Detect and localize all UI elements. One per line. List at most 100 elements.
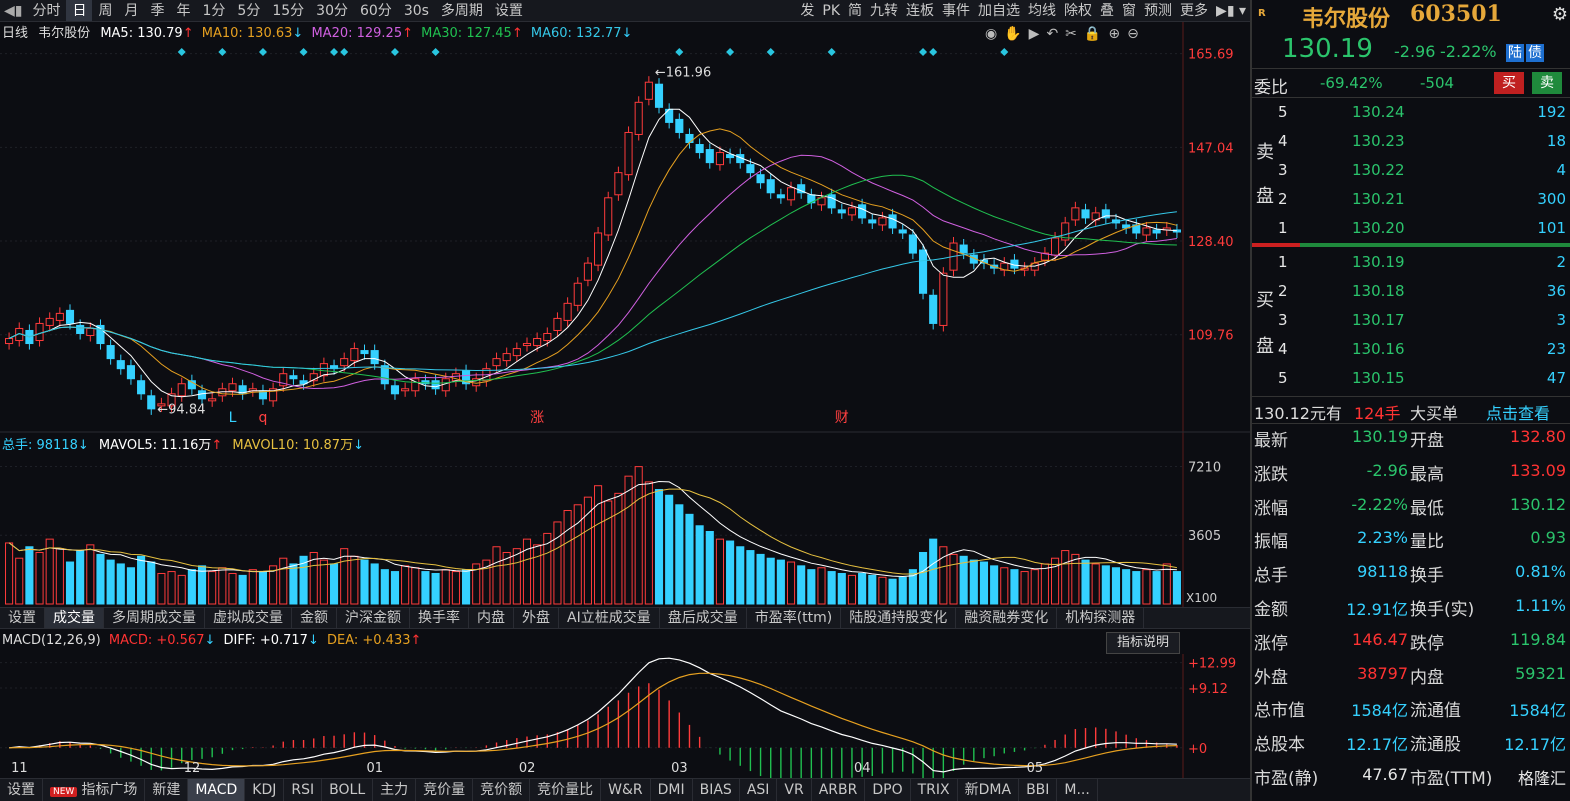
indicator-tab-3[interactable]: MACD — [188, 779, 246, 801]
bid-volume[interactable]: 23 — [1547, 340, 1566, 358]
tool-button-5[interactable]: 事件 — [938, 0, 974, 21]
ask-price[interactable]: 130.21 — [1352, 190, 1405, 208]
volume-tab-12[interactable]: 陆股通持股变化 — [841, 608, 957, 628]
volume-tab-3[interactable]: 虚拟成交量 — [205, 608, 292, 628]
indicator-help-button[interactable]: 指标说明 — [1106, 632, 1180, 654]
period-tab-6[interactable]: 1分 — [196, 0, 231, 21]
bid-price[interactable]: 130.16 — [1352, 340, 1405, 358]
volume-tab-1[interactable]: 成交量 — [45, 608, 104, 628]
indicator-tab-12[interactable]: DMI — [651, 779, 693, 801]
tool-button-9[interactable]: 叠 — [1096, 0, 1118, 21]
tool-button-12[interactable]: 更多 — [1176, 0, 1212, 21]
indicator-tab-7[interactable]: 主力 — [373, 779, 417, 801]
period-tab-10[interactable]: 60分 — [354, 0, 398, 21]
volume-tab-10[interactable]: 盘后成交量 — [660, 608, 747, 628]
tool-button-6[interactable]: 加自选 — [974, 0, 1024, 21]
ask-volume[interactable]: 192 — [1537, 103, 1566, 121]
tool-button-2[interactable]: 简 — [844, 0, 866, 21]
ask-volume[interactable]: 101 — [1537, 219, 1566, 237]
indicator-tab-17[interactable]: DPO — [865, 779, 911, 801]
indicator-tab-8[interactable]: 竞价量 — [416, 779, 474, 801]
period-tab-9[interactable]: 30分 — [310, 0, 354, 21]
hand-icon[interactable]: ✋ — [1004, 26, 1021, 42]
indicator-tab-15[interactable]: VR — [777, 779, 812, 801]
click-view-link[interactable]: 点击查看 — [1486, 400, 1550, 424]
indicator-tab-10[interactable]: 竞价量比 — [530, 779, 602, 801]
volume-tab-5[interactable]: 沪深金额 — [337, 608, 410, 628]
volume-tab-4[interactable]: 金额 — [292, 608, 337, 628]
period-tab-3[interactable]: 月 — [118, 0, 144, 21]
ask-volume[interactable]: 18 — [1547, 132, 1566, 150]
bid-price[interactable]: 130.18 — [1352, 282, 1405, 300]
sell-button[interactable]: 卖 — [1532, 72, 1562, 94]
bid-price[interactable]: 130.15 — [1352, 369, 1405, 387]
period-tab-7[interactable]: 5分 — [231, 0, 266, 21]
volume-tab-14[interactable]: 机构探测器 — [1057, 608, 1145, 628]
indicator-tab-0[interactable]: 设置 — [0, 779, 43, 801]
tool-button-3[interactable]: 九转 — [866, 0, 902, 21]
play-icon[interactable]: ▶ — [1029, 26, 1040, 42]
bid-price[interactable]: 130.17 — [1352, 311, 1405, 329]
ask-price[interactable]: 130.24 — [1352, 103, 1405, 121]
undo-icon[interactable]: ↶ — [1046, 26, 1058, 42]
ask-volume[interactable]: 300 — [1537, 190, 1566, 208]
indicator-tab-18[interactable]: TRIX — [911, 779, 958, 801]
gear-icon[interactable]: ⚙ — [1552, 4, 1568, 25]
indicator-tab-5[interactable]: RSI — [284, 779, 323, 801]
volume-tab-13[interactable]: 融资融券变化 — [956, 608, 1058, 628]
indicator-tab-14[interactable]: ASI — [740, 779, 778, 801]
ask-price[interactable]: 130.22 — [1352, 161, 1405, 179]
indicator-tab-11[interactable]: W&R — [601, 779, 651, 801]
volume-tab-0[interactable]: 设置 — [0, 608, 45, 628]
bid-volume[interactable]: 36 — [1547, 282, 1566, 300]
indicator-tab-6[interactable]: BOLL — [322, 779, 374, 801]
indicator-tab-16[interactable]: ARBR — [812, 779, 866, 801]
volume-tab-6[interactable]: 换手率 — [410, 608, 469, 628]
period-tab-8[interactable]: 15分 — [266, 0, 310, 21]
lock-icon[interactable]: 🔒 — [1084, 26, 1101, 42]
period-tab-2[interactable]: 周 — [92, 0, 118, 21]
macd-chart[interactable]: +12.99 +9.12 +0 11 12 01 02 03 04 05 — [0, 654, 1250, 778]
expand-icon[interactable]: ▶▮ ▾ — [1212, 0, 1250, 21]
indicator-tab-19[interactable]: 新DMA — [958, 779, 1020, 801]
volume-tab-8[interactable]: 外盘 — [514, 608, 559, 628]
tool-button-11[interactable]: 预测 — [1140, 0, 1176, 21]
ask-price[interactable]: 130.20 — [1352, 219, 1405, 237]
tool-button-10[interactable]: 窗 — [1118, 0, 1140, 21]
volume-tab-2[interactable]: 多周期成交量 — [104, 608, 205, 628]
indicator-tab-1[interactable]: NEW 指标广场 — [43, 779, 146, 801]
period-tab-1[interactable]: 日 — [66, 0, 93, 21]
indicator-tab-21[interactable]: M... — [1057, 779, 1098, 801]
tool-button-4[interactable]: 连板 — [902, 0, 938, 21]
buy-button[interactable]: 买 — [1494, 72, 1524, 94]
period-tab-4[interactable]: 季 — [144, 0, 170, 21]
tool-button-0[interactable]: 发 — [796, 0, 818, 21]
period-tab-5[interactable]: 年 — [170, 0, 196, 21]
ask-price[interactable]: 130.23 — [1352, 132, 1405, 150]
bid-volume[interactable]: 2 — [1556, 253, 1566, 271]
tool-button-7[interactable]: 均线 — [1024, 0, 1060, 21]
zoom-out-icon[interactable]: ⊖ — [1127, 26, 1139, 42]
bid-price[interactable]: 130.19 — [1352, 253, 1405, 271]
bid-volume[interactable]: 3 — [1556, 311, 1566, 329]
volume-tab-9[interactable]: AI立桩成交量 — [559, 608, 660, 628]
period-tab-11[interactable]: 30s — [398, 0, 435, 21]
indicator-tab-4[interactable]: KDJ — [245, 779, 285, 801]
eye-icon[interactable]: ◉ — [985, 26, 997, 42]
volume-tab-7[interactable]: 内盘 — [469, 608, 514, 628]
period-tab-0[interactable]: 分时 — [26, 0, 66, 21]
indicator-tab-2[interactable]: 新建 — [145, 779, 189, 801]
bid-volume[interactable]: 47 — [1547, 369, 1566, 387]
prev-icon[interactable]: ◀▮ — [0, 3, 26, 19]
tool-button-1[interactable]: PK — [818, 0, 844, 21]
zoom-in-icon[interactable]: ⊕ — [1108, 26, 1120, 42]
volume-tab-11[interactable]: 市盈率(ttm) — [747, 608, 842, 628]
ask-volume[interactable]: 4 — [1556, 161, 1566, 179]
period-tab-13[interactable]: 设置 — [489, 0, 529, 21]
indicator-tab-9[interactable]: 竞价额 — [473, 779, 531, 801]
scissors-icon[interactable]: ✂ — [1065, 26, 1077, 42]
period-tab-12[interactable]: 多周期 — [435, 0, 489, 21]
indicator-tab-20[interactable]: BBI — [1019, 779, 1058, 801]
indicator-tab-13[interactable]: BIAS — [693, 779, 740, 801]
tool-button-8[interactable]: 除权 — [1060, 0, 1096, 21]
